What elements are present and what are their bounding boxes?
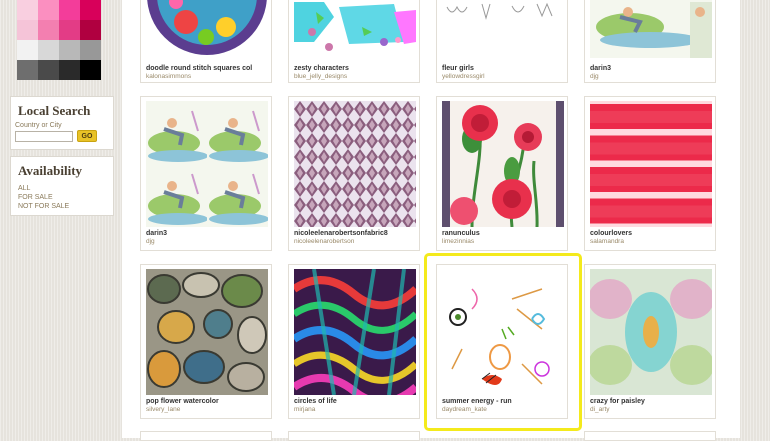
design-card[interactable]: doodle round stitch squares col kalonasi… bbox=[140, 0, 272, 83]
designer-name[interactable]: blue_jelly_designs bbox=[294, 73, 347, 80]
pebble-thumbnail[interactable] bbox=[146, 269, 268, 395]
color-swatch[interactable] bbox=[80, 60, 101, 80]
designer-name[interactable]: yellowdressgirl bbox=[442, 73, 485, 80]
design-title[interactable]: fleur girls bbox=[442, 65, 474, 72]
design-card[interactable]: crazy for paisley di_arty bbox=[584, 264, 716, 419]
design-card[interactable]: nicoleelenarobertsonfabric8 nicoleelenar… bbox=[288, 96, 420, 251]
watercolor-figure-thumbnail[interactable] bbox=[590, 0, 712, 58]
design-card[interactable] bbox=[584, 431, 716, 441]
red-stripe-thumbnail[interactable] bbox=[590, 101, 712, 227]
design-title[interactable]: pop flower watercolor bbox=[146, 398, 219, 405]
psychedelic-thumbnail[interactable] bbox=[294, 269, 416, 395]
design-card[interactable]: ranunculus limezinnias bbox=[436, 96, 568, 251]
design-title[interactable]: crazy for paisley bbox=[590, 398, 645, 405]
availability-panel: Availability ALL FOR SALE NOT FOR SALE bbox=[10, 156, 114, 216]
designer-name[interactable]: djg bbox=[590, 73, 599, 80]
color-swatch[interactable] bbox=[17, 20, 38, 40]
availability-title: Availability bbox=[18, 163, 83, 178]
design-card[interactable]: colourlovers salamandra bbox=[584, 96, 716, 251]
local-search-panel: Local Search Country or City GO bbox=[10, 96, 114, 150]
design-title[interactable]: zesty characters bbox=[294, 65, 349, 72]
design-title[interactable]: nicoleelenarobertsonfabric8 bbox=[294, 230, 388, 237]
red-flower-thumbnail[interactable] bbox=[442, 101, 564, 227]
design-card[interactable]: zesty characters blue_jelly_designs bbox=[288, 0, 420, 83]
designer-name[interactable]: mirjana bbox=[294, 406, 315, 413]
color-swatch[interactable] bbox=[38, 40, 59, 60]
color-swatch[interactable] bbox=[80, 40, 101, 60]
color-swatch[interactable] bbox=[59, 40, 80, 60]
design-card[interactable]: darin3 djg bbox=[140, 96, 272, 251]
highlight-annotation bbox=[424, 253, 582, 431]
watercolor-figure-thumbnail[interactable] bbox=[146, 101, 268, 227]
color-swatch[interactable] bbox=[38, 60, 59, 80]
designer-name[interactable]: salamandra bbox=[590, 238, 624, 245]
color-swatch[interactable] bbox=[80, 0, 101, 20]
color-swatch[interactable] bbox=[38, 0, 59, 20]
designer-name[interactable]: kalonasimmons bbox=[146, 73, 191, 80]
color-swatch[interactable] bbox=[17, 40, 38, 60]
design-card[interactable]: pop flower watercolor silvery_lane bbox=[140, 264, 272, 419]
availability-for-sale-link[interactable]: FOR SALE bbox=[18, 194, 53, 201]
design-card[interactable] bbox=[140, 431, 272, 441]
designer-name[interactable]: di_arty bbox=[590, 406, 610, 413]
design-card[interactable]: circles of life mirjana bbox=[288, 264, 420, 419]
design-card[interactable]: darin3 djg bbox=[584, 0, 716, 83]
line-drawing-thumbnail[interactable] bbox=[442, 0, 564, 58]
color-swatch[interactable] bbox=[80, 20, 101, 40]
local-search-title: Local Search bbox=[18, 103, 91, 118]
mirror-paisley-thumbnail[interactable] bbox=[590, 269, 712, 395]
designer-name[interactable]: djg bbox=[146, 238, 155, 245]
color-swatch[interactable] bbox=[59, 0, 80, 20]
color-swatch[interactable] bbox=[38, 20, 59, 40]
argyle-thumbnail[interactable] bbox=[294, 101, 416, 227]
color-swatch[interactable] bbox=[59, 60, 80, 80]
color-swatch[interactable] bbox=[59, 20, 80, 40]
design-card[interactable] bbox=[288, 431, 420, 441]
color-swatch[interactable] bbox=[17, 0, 38, 20]
design-title[interactable]: darin3 bbox=[590, 65, 611, 72]
color-swatch-grid bbox=[17, 0, 101, 80]
designer-name[interactable]: silvery_lane bbox=[146, 406, 180, 413]
designer-name[interactable]: nicoleelenarobertson bbox=[294, 238, 354, 245]
design-title[interactable]: darin3 bbox=[146, 230, 167, 237]
design-title[interactable]: ranunculus bbox=[442, 230, 480, 237]
design-card[interactable]: fleur girls yellowdressgirl bbox=[436, 0, 568, 83]
design-title[interactable]: colourlovers bbox=[590, 230, 632, 237]
country-city-input[interactable] bbox=[15, 131, 73, 142]
country-city-label: Country or City bbox=[15, 122, 62, 129]
availability-all-link[interactable]: ALL bbox=[18, 185, 30, 192]
design-title[interactable]: doodle round stitch squares col bbox=[146, 65, 252, 72]
go-button[interactable]: GO bbox=[77, 130, 97, 142]
characters-thumbnail[interactable] bbox=[294, 0, 416, 58]
doodle-circles-thumbnail[interactable] bbox=[146, 0, 268, 58]
design-title[interactable]: circles of life bbox=[294, 398, 337, 405]
designer-name[interactable]: limezinnias bbox=[442, 238, 474, 245]
color-swatch[interactable] bbox=[17, 60, 38, 80]
availability-not-for-sale-link[interactable]: NOT FOR SALE bbox=[18, 203, 69, 210]
